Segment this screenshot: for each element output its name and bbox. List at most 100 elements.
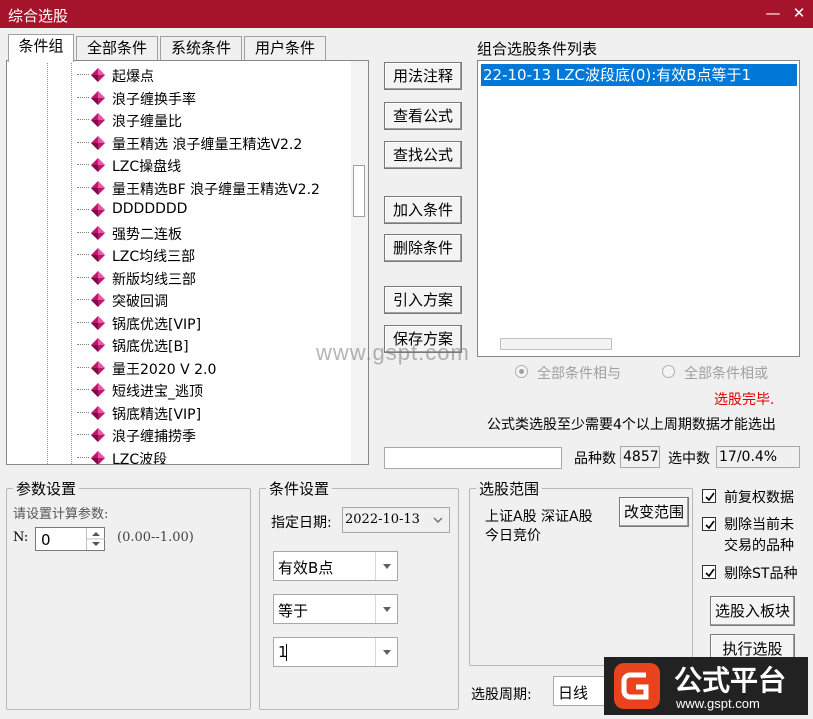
tree-item[interactable]: LZC均线三部 [7, 244, 352, 266]
tree-item[interactable]: LZC操盘线 [7, 154, 352, 176]
tree-item-label: 新版均线三部 [112, 271, 196, 288]
params-title: 参数设置 [13, 478, 80, 499]
tree-item-label: 量王精选BF 浪子缠量王精选V2.2 [112, 181, 320, 198]
site-logo: 公式平台 www.gspt.com [604, 657, 808, 715]
view-formula-button[interactable]: 查看公式 [384, 102, 462, 130]
to-block-button[interactable]: 选股入板块 [710, 596, 795, 626]
chevron-down-icon[interactable] [375, 638, 397, 666]
tree-connector [77, 231, 89, 233]
formula-gem-icon [91, 405, 105, 420]
tree-connector [77, 74, 89, 75]
formula-gem-icon [91, 68, 105, 82]
usage-notes-button[interactable]: 用法注释 [384, 62, 462, 90]
date-picker[interactable]: 2022-10-13 [342, 507, 450, 533]
tree-item-label: 起爆点 [112, 69, 154, 85]
range-text-auction: 今日竞价 [485, 528, 541, 544]
tab-all-conditions[interactable]: 全部条件 [76, 36, 158, 60]
formula-gem-icon [91, 360, 105, 375]
tree-item[interactable]: 锅底优选[B] [7, 334, 352, 356]
total-count: 4857 [620, 446, 660, 468]
tree-item-label: 锅底优选[B] [112, 339, 189, 355]
minimize-button[interactable]: — [762, 2, 784, 24]
status-note: 公式类选股至少需要4个以上周期数据才能选出 [487, 417, 776, 433]
delete-condition-button[interactable]: 删除条件 [384, 234, 462, 262]
close-button[interactable]: ✕ [788, 2, 810, 24]
tree-item[interactable]: 突破回调 [7, 289, 352, 311]
tree-connector [77, 321, 89, 323]
tab-condition-group[interactable]: 条件组 [8, 34, 74, 62]
chevron-down-icon[interactable] [375, 595, 397, 623]
and-radio[interactable] [515, 365, 528, 378]
total-count-label: 品种数 [574, 451, 616, 467]
value-select[interactable]: 1 [273, 637, 398, 667]
tree-item-label: LZC均线三部 [112, 249, 196, 265]
tree-item-label: 量王2020 V 2.0 [112, 361, 217, 378]
tab-system-conditions[interactable]: 系统条件 [160, 36, 242, 60]
tree-item[interactable]: 量王精选BF 浪子缠量王精选V2.2 [7, 177, 352, 199]
tree-connector [77, 456, 89, 458]
tree-item[interactable]: 量王2020 V 2.0 [7, 357, 352, 379]
param-n-spinner[interactable] [86, 528, 105, 550]
date-value: 2022-10-13 [345, 512, 420, 527]
and-radio-label: 全部条件相与 [537, 366, 621, 382]
option-checkbox-adjusted[interactable] [702, 489, 716, 503]
tree-item[interactable]: 锅底优选[VIP] [7, 312, 352, 334]
param-n-input[interactable]: 0 [35, 527, 105, 551]
selected-count: 17/0.4% [716, 446, 800, 468]
progress-bar [384, 447, 562, 469]
tree-connector [77, 119, 89, 120]
condition-tree[interactable]: 起爆点浪子缠换手率浪子缠量比量王精选 浪子缠量王精选V2.2 LZC操盘线量王精选… [6, 60, 369, 465]
formula-gem-icon [91, 315, 105, 330]
condition-list[interactable]: 22-10-13 LZC波段底(0):有效B点等于1 [477, 60, 800, 357]
tree-item[interactable]: 浪子缠换手率 [7, 87, 352, 109]
date-dropdown-icon[interactable] [427, 508, 449, 532]
condition-list-hscroll[interactable] [500, 338, 612, 350]
tree-scroll-thumb[interactable] [353, 165, 365, 217]
chevron-down-icon[interactable] [375, 552, 397, 580]
formula-gem-icon [91, 225, 105, 240]
tree-item[interactable]: 起爆点 [7, 64, 352, 86]
option-checkbox-untraded[interactable] [702, 517, 716, 531]
tab-user-conditions[interactable]: 用户条件 [244, 36, 326, 60]
find-formula-button[interactable]: 查找公式 [384, 141, 462, 169]
watermark-text: www.gspt.com [316, 340, 470, 365]
tree-scrollbar[interactable] [351, 61, 368, 464]
tree-item-label: 短线进宝_逃顶 [112, 384, 203, 400]
date-label: 指定日期: [271, 515, 332, 531]
param-n-label: N: [13, 530, 29, 545]
param-n-value: 0 [41, 531, 51, 549]
tree-item[interactable]: DDDDDDD [7, 199, 352, 221]
operator-select[interactable]: 等于 [273, 594, 398, 624]
tree-connector [77, 96, 89, 98]
range-title: 选股范围 [476, 478, 543, 499]
tree-item[interactable]: 短线进宝_逃顶 [7, 379, 352, 401]
tree-item[interactable]: 强势二连板 [7, 222, 352, 244]
tree-item-label: 浪子缠量比 [112, 114, 182, 130]
condition-list-item[interactable]: 22-10-13 LZC波段底(0):有效B点等于1 [481, 64, 797, 86]
tree-connector [77, 299, 89, 300]
change-range-button[interactable]: 改变范围 [619, 497, 689, 527]
tree-item[interactable]: 量王精选 浪子缠量王精选V2.2 [7, 132, 352, 154]
tree-item[interactable]: 锅底精选[VIP] [7, 402, 352, 424]
tree-connector [77, 209, 89, 210]
formula-gem-icon [91, 450, 105, 464]
tree-item[interactable]: 浪子缠捕捞季 [7, 424, 352, 446]
check-icon [705, 492, 715, 502]
tree-connector [77, 186, 89, 188]
tree-connector [77, 276, 89, 278]
tree-item[interactable]: 浪子缠量比 [7, 109, 352, 131]
formula-gem-icon [91, 428, 105, 442]
tree-item[interactable]: LZC波段 [7, 447, 352, 464]
logo-mark-icon [614, 663, 660, 709]
tree-connector [77, 164, 89, 165]
option-checkbox-st[interactable] [702, 565, 716, 579]
tree-item[interactable]: 新版均线三部 [7, 267, 352, 289]
import-plan-button[interactable]: 引入方案 [384, 286, 462, 314]
tree-item-label: 强势二连板 [112, 226, 182, 243]
tree-item-label: 锅底精选[VIP] [112, 406, 202, 423]
or-radio[interactable] [662, 365, 675, 378]
tree-item-label: 突破回调 [112, 294, 168, 310]
line-select[interactable]: 有效B点 [273, 551, 398, 581]
cond-settings-title: 条件设置 [266, 478, 333, 499]
add-condition-button[interactable]: 加入条件 [384, 196, 462, 224]
